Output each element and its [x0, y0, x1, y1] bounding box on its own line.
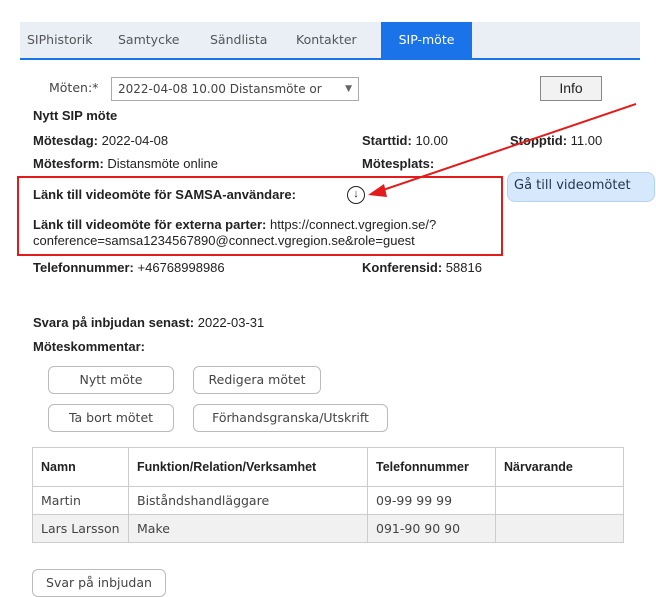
cell-funktion: Biståndshandläggare: [128, 486, 368, 515]
telefon-value: +46768998986: [137, 260, 225, 275]
preview-print-button[interactable]: Förhandsgranska/Utskrift: [193, 404, 388, 432]
konferens-row: Konferensid: 58816: [362, 260, 482, 275]
column-header-funktion: Funktion/Relation/Verksamhet: [128, 447, 368, 487]
table-header-row: Namn Funktion/Relation/Verksamhet Telefo…: [32, 447, 624, 487]
svara-senast-label: Svara på inbjudan senast:: [33, 315, 195, 330]
cell-funktion: Make: [128, 514, 368, 543]
table-row[interactable]: Martin Biståndshandläggare 09-99 99 99: [32, 486, 624, 515]
column-header-namn: Namn: [32, 447, 129, 487]
telefon-label: Telefonnummer:: [33, 260, 134, 275]
cell-narvarande: [495, 514, 624, 543]
svara-senast-value: 2022-03-31: [197, 315, 265, 330]
telefon-row: Telefonnummer: +46768998986: [33, 260, 225, 275]
konferens-value: 58816: [445, 260, 482, 275]
cell-namn: Martin: [32, 486, 129, 515]
cell-telefon: 09-99 99 99: [367, 486, 496, 515]
column-header-narvarande: Närvarande: [495, 447, 624, 487]
table-row[interactable]: Lars Larsson Make 091-90 90 90: [32, 514, 624, 543]
edit-meeting-button[interactable]: Redigera mötet: [193, 366, 321, 394]
svara-senast-row: Svara på inbjudan senast: 2022-03-31: [33, 315, 264, 330]
reply-invitation-button[interactable]: Svar på inbjudan: [32, 569, 166, 597]
participants-table: Namn Funktion/Relation/Verksamhet Telefo…: [32, 447, 624, 543]
new-meeting-button[interactable]: Nytt möte: [48, 366, 174, 394]
cell-narvarande: [495, 486, 624, 515]
delete-meeting-button[interactable]: Ta bort mötet: [48, 404, 174, 432]
moteskommentar-label: Möteskommentar:: [33, 339, 145, 354]
column-header-telefonnummer: Telefonnummer: [367, 447, 496, 487]
konferens-label: Konferensid:: [362, 260, 443, 275]
cell-telefon: 091-90 90 90: [367, 514, 496, 543]
cell-namn: Lars Larsson: [32, 514, 129, 543]
